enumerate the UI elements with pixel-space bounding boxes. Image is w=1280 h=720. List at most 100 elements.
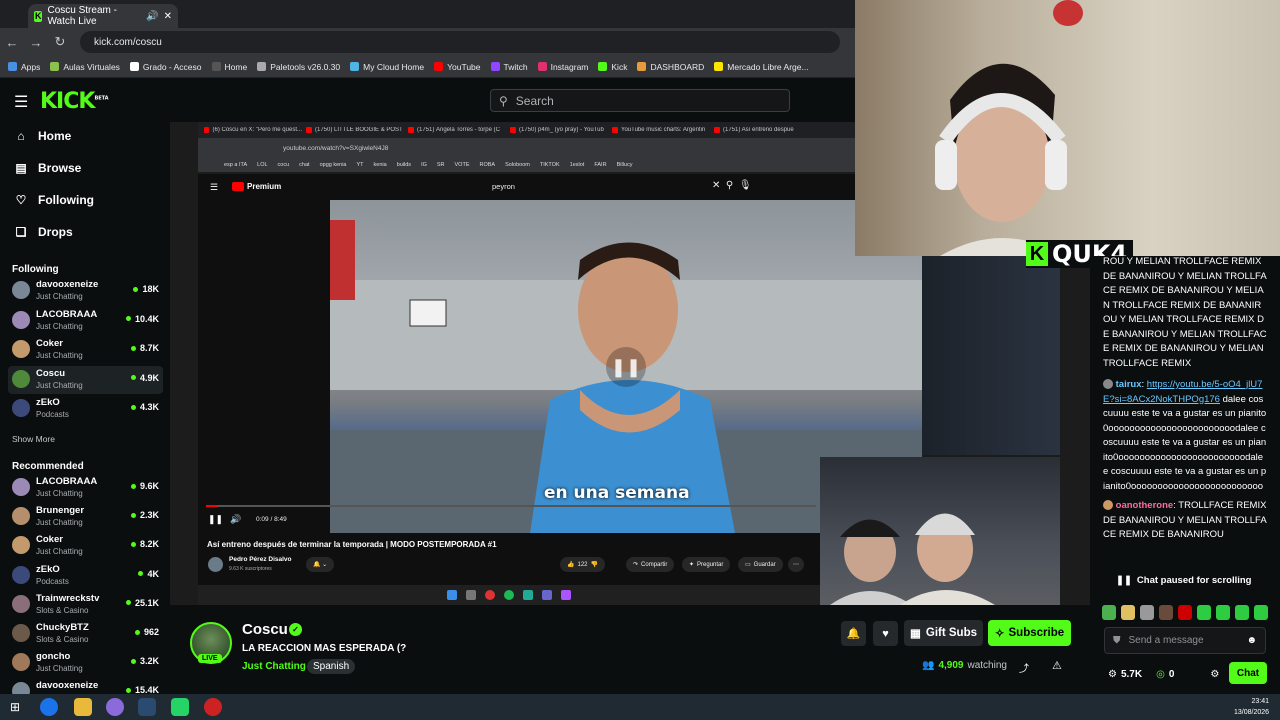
dislike-icon: 👎 [590, 562, 598, 568]
chrome-taskbar-icon[interactable] [40, 698, 58, 716]
viewer-count: 👥 4,909 watching [922, 660, 1007, 671]
youtube-more-icon: ⋯ [788, 557, 804, 572]
obs-taskbar-icon[interactable] [204, 698, 222, 716]
chat-username[interactable]: tairux [1116, 379, 1142, 390]
forward-icon[interactable]: → [24, 35, 48, 50]
sidebar-channel[interactable]: LACOBRAAA Just Chatting 9.6K [8, 474, 163, 502]
speaker-icon[interactable]: 🔊 [146, 11, 158, 22]
emote-icon[interactable] [1121, 605, 1135, 620]
bookmark-item[interactable]: Aulas Virtuales [50, 62, 120, 72]
sidebar-nav-home[interactable]: ⌂ Home [14, 129, 71, 143]
chat-username[interactable]: oanotherone [1116, 500, 1174, 511]
chat-message-input[interactable]: ⛊ Send a message ☻ [1104, 627, 1266, 654]
subscribe-button[interactable]: ✧ Subscribe [988, 620, 1071, 646]
emote-icon[interactable] [1197, 605, 1211, 620]
streamer-name[interactable]: Coscu [242, 621, 288, 638]
gift-subs-button[interactable]: ▦ Gift Subs [904, 620, 983, 646]
emote-icon[interactable] [1178, 605, 1192, 620]
windows-start-icon[interactable]: ⊞ [10, 700, 20, 714]
bookmark-item[interactable]: Apps [8, 62, 40, 72]
sidebar-channel[interactable]: Coker Just Chatting 8.7K [8, 336, 163, 364]
emote-icon[interactable] [1140, 605, 1154, 620]
kicks-count[interactable]: 5.7K [1121, 669, 1142, 680]
channel-avatar [12, 624, 30, 642]
bookmark-item[interactable]: YouTube [434, 62, 481, 72]
follow-button[interactable]: ♥ [873, 621, 898, 646]
channel-viewers: 2.3K [130, 510, 159, 520]
video-pause-icon[interactable]: ❚❚ [606, 347, 646, 387]
channel-viewers: 4.3K [130, 402, 159, 412]
sidebar-channel[interactable]: Coker Just Chatting 8.2K [8, 532, 163, 560]
shared-bookmark: builds [396, 162, 412, 168]
windows-icon [447, 590, 457, 600]
discord-icon [561, 590, 571, 600]
video-progress-bar[interactable] [206, 505, 816, 507]
sidebar-nav-drops[interactable]: ❏ Drops [14, 225, 73, 239]
back-icon[interactable]: ← [0, 35, 24, 50]
browser-tab[interactable]: K Coscu Stream - Watch Live 🔊 ✕ [28, 4, 178, 28]
channel-category: Just Chatting [36, 292, 83, 301]
shared-tab: (6) Coscu en X: "Pero me quest... [204, 127, 302, 133]
menu-icon[interactable]: ☰ [14, 92, 28, 112]
channel-category: Podcasts [36, 576, 69, 586]
bookmark-label: Home [224, 61, 248, 72]
shared-tab-title: (1750) p4m_ (yo pray) - YouTub [519, 127, 604, 133]
sidebar-nav-following[interactable]: ♡ Following [14, 193, 94, 207]
emote-icon[interactable] [1235, 605, 1249, 620]
chat-paused-notice[interactable]: ❚❚ Chat paused for scrolling [1116, 573, 1256, 588]
bookmark-item[interactable]: DASHBOARD [637, 62, 704, 72]
sidebar-nav-label: Home [38, 129, 72, 143]
video-progress-fill [206, 505, 217, 507]
bookmark-item[interactable]: Instagram [537, 62, 588, 72]
bookmark-item[interactable]: Mercado Libre Arge... [714, 62, 809, 72]
close-tab-icon[interactable]: ✕ [164, 11, 172, 22]
steam-taskbar-icon[interactable] [138, 698, 156, 716]
bookmark-icon [598, 62, 608, 71]
notification-bell-button[interactable]: 🔔 [841, 621, 866, 646]
stream-category[interactable]: Just Chatting [242, 661, 306, 672]
bookmark-item[interactable]: My Cloud Home [350, 62, 424, 72]
gift-icon: ▦ [910, 628, 921, 640]
emote-icon[interactable] [1102, 605, 1116, 620]
reload-icon[interactable]: ↻ [48, 34, 72, 50]
chat-send-button[interactable]: Chat [1229, 662, 1267, 684]
sidebar-channel[interactable]: LACOBRAAA Just Chatting 10.4K [8, 307, 163, 335]
url-input[interactable]: kick.com/coscu [80, 31, 840, 53]
bookmark-item[interactable]: Kick [598, 62, 627, 72]
sidebar-nav-browse[interactable]: ▤ Browse [14, 161, 81, 175]
youtube-bell-button: 🔔 ⌄ [306, 557, 335, 572]
clock-date: 13/08/2026 [1234, 709, 1270, 716]
clear-search-icon: ✕ ⚲ 🎙 [712, 180, 752, 191]
bookmark-item[interactable]: Twitch [490, 62, 528, 72]
sidebar-channel[interactable]: zEkO Podcasts 4K [8, 562, 163, 590]
sidebar-channel[interactable]: zEkO Podcasts 4.3K [8, 395, 163, 423]
sidebar-channel[interactable]: Trainwreckstv Slots & Casino 25.1K [8, 591, 163, 619]
emote-icon[interactable] [1254, 605, 1268, 620]
emoji-icon[interactable]: ☻ [1246, 635, 1257, 646]
points-count[interactable]: 0 [1169, 669, 1175, 680]
sidebar-channel[interactable]: Coscu Just Chatting 4.9K [8, 365, 163, 394]
bookmark-icon [537, 62, 547, 71]
bookmark-item[interactable]: Home [211, 61, 248, 72]
explorer-taskbar-icon[interactable] [74, 698, 92, 716]
show-more-link[interactable]: Show More [12, 434, 55, 444]
discord-taskbar-icon[interactable] [106, 698, 124, 716]
kick-logo[interactable]: KICKBETA [40, 89, 109, 114]
emote-icon[interactable] [1216, 605, 1230, 620]
report-icon[interactable]: ⚠ [1052, 659, 1062, 672]
whatsapp-taskbar-icon[interactable] [171, 698, 189, 716]
url-text: kick.com/coscu [94, 36, 162, 48]
channel-name: davooxeneize [36, 680, 99, 692]
sidebar-channel[interactable]: goncho Just Chatting 3.2K [8, 649, 163, 677]
sidebar-channel[interactable]: Brunenger Just Chatting 2.3K [8, 503, 163, 531]
bookmark-item[interactable]: Paletools v26.0.30 [257, 62, 340, 72]
settings-gear-icon[interactable]: ⚙ [1210, 669, 1219, 680]
emote-icon[interactable] [1159, 605, 1173, 620]
sidebar-channel[interactable]: davooxeneize Just Chatting 18K [8, 277, 163, 305]
bookmark-item[interactable]: Grado - Acceso [129, 62, 202, 72]
search-input[interactable]: ⚲ Search [490, 89, 790, 112]
sidebar-channel[interactable]: ChuckyBTZ Slots & Casino 962 [8, 620, 163, 648]
stream-language-tag[interactable]: Spanish [307, 659, 356, 674]
share-stream-icon[interactable]: ⤴ [1019, 660, 1029, 675]
chat-settings-icon[interactable]: ⛊ [1113, 635, 1121, 646]
